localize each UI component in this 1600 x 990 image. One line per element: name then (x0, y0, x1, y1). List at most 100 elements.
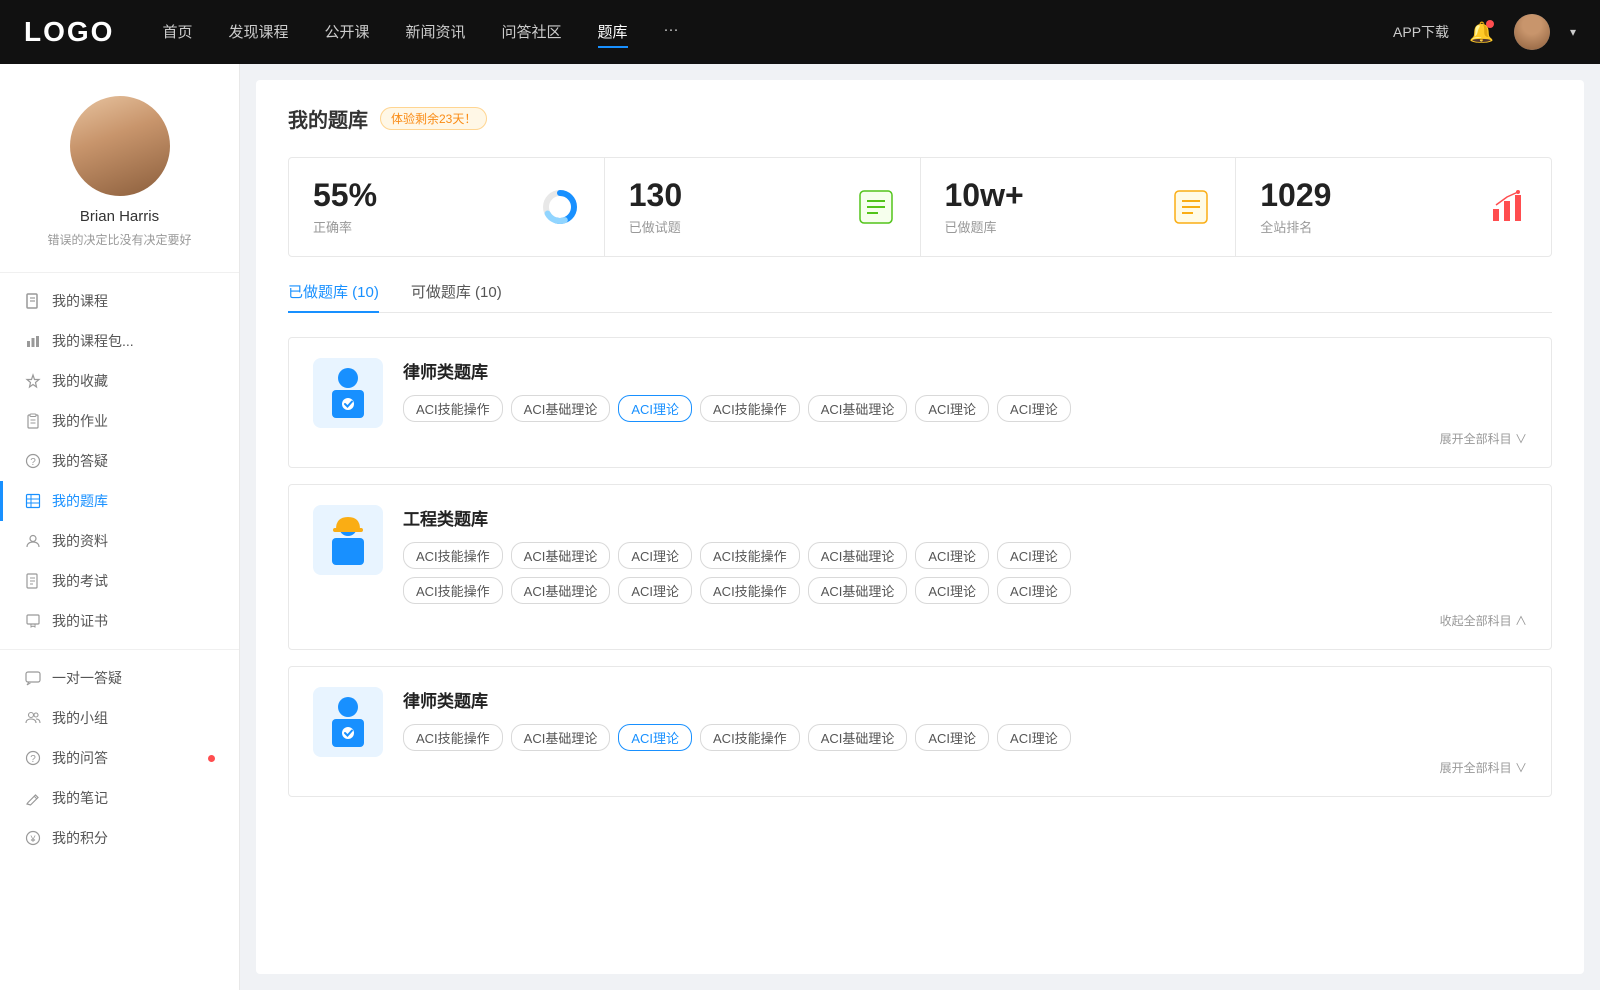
donut-icon-wrap (540, 187, 580, 227)
tag-lawyer-1-6[interactable]: ACI理论 (915, 395, 989, 422)
tag-eng-1-1[interactable]: ACI技能操作 (403, 542, 503, 569)
sidebar-item-my-collection[interactable]: 我的收藏 (0, 361, 239, 401)
stat-text-questions-done: 130 已做试题 (629, 178, 844, 236)
sidebar-label-points: 我的积分 (52, 828, 108, 848)
tags-row-engineer-2: ACI技能操作 ACI基础理论 ACI理论 ACI技能操作 ACI基础理论 AC… (403, 577, 1527, 604)
expand-btn-lawyer-2[interactable]: 展开全部科目 ∨ (403, 759, 1527, 776)
nav-open-course[interactable]: 公开课 (324, 17, 369, 48)
tab-available-banks[interactable]: 可做题库 (10) (411, 281, 502, 312)
profile-name: Brian Harris (80, 208, 159, 225)
nav-home[interactable]: 首页 (162, 17, 192, 48)
nav-more[interactable]: ··· (664, 17, 679, 48)
nav-qa[interactable]: 问答社区 (502, 17, 562, 48)
sidebar-item-my-cert[interactable]: 我的证书 (0, 601, 239, 641)
page-title-row: 我的题库 体验剩余23天！ (288, 104, 1552, 133)
sidebar-item-my-points[interactable]: ¥ 我的积分 (0, 818, 239, 858)
question-mark-icon: ? (24, 749, 42, 767)
nav-right: APP下载 🔔 ▾ (1393, 14, 1576, 50)
tag-eng-2-3[interactable]: ACI理论 (618, 577, 692, 604)
question-circle-icon: ? (24, 452, 42, 470)
tag-eng-2-6[interactable]: ACI理论 (915, 577, 989, 604)
qbank-header-lawyer-2: 律师类题库 ACI技能操作 ACI基础理论 ACI理论 ACI技能操作 ACI基… (313, 687, 1527, 776)
tag-lawyer-1-2[interactable]: ACI基础理论 (511, 395, 611, 422)
edit-icon (24, 789, 42, 807)
tag-lawyer-2-6[interactable]: ACI理论 (915, 724, 989, 751)
sidebar-item-my-questions[interactable]: 我的题库 (0, 481, 239, 521)
answers-dot (208, 755, 215, 762)
nav-news[interactable]: 新闻资讯 (406, 17, 466, 48)
stat-banks-done: 10w+ 已做题库 (921, 158, 1237, 256)
sidebar-label-course-pack: 我的课程包... (52, 331, 134, 351)
tag-lawyer-1-3[interactable]: ACI理论 (618, 395, 692, 422)
main-content: 我的题库 体验剩余23天！ 55% 正确率 (240, 64, 1600, 990)
nav-app-download[interactable]: APP下载 (1393, 22, 1449, 42)
file-icon (24, 292, 42, 310)
engineer-svg-icon (322, 511, 374, 569)
bar-chart-red-icon-wrap (1487, 187, 1527, 227)
tag-eng-1-6[interactable]: ACI理论 (915, 542, 989, 569)
star-icon (24, 372, 42, 390)
qbank-title-lawyer-1: 律师类题库 (403, 358, 1527, 383)
sidebar-item-my-qa[interactable]: ? 我的答疑 (0, 441, 239, 481)
tag-eng-2-7[interactable]: ACI理论 (997, 577, 1071, 604)
sidebar-item-my-notes[interactable]: 我的笔记 (0, 778, 239, 818)
donut-chart-icon (540, 187, 580, 227)
nav-logo[interactable]: LOGO (24, 16, 114, 48)
tag-eng-2-4[interactable]: ACI技能操作 (700, 577, 800, 604)
tag-lawyer-2-4[interactable]: ACI技能操作 (700, 724, 800, 751)
sidebar-item-my-exam[interactable]: 我的考试 (0, 561, 239, 601)
tag-eng-2-1[interactable]: ACI技能操作 (403, 577, 503, 604)
collapse-btn-engineer[interactable]: 收起全部科目 ∧ (403, 612, 1527, 629)
tab-done-banks[interactable]: 已做题库 (10) (288, 281, 379, 312)
qbank-card-lawyer-1: 律师类题库 ACI技能操作 ACI基础理论 ACI理论 ACI技能操作 ACI基… (288, 337, 1552, 468)
tag-eng-1-2[interactable]: ACI基础理论 (511, 542, 611, 569)
sidebar-item-my-homework[interactable]: 我的作业 (0, 401, 239, 441)
tag-eng-2-2[interactable]: ACI基础理论 (511, 577, 611, 604)
stat-value-rank: 1029 (1260, 178, 1475, 213)
qbank-title-engineer: 工程类题库 (403, 505, 1527, 530)
qbank-icon-lawyer-1 (313, 358, 383, 428)
stat-text-banks-done: 10w+ 已做题库 (945, 178, 1160, 236)
tag-lawyer-1-1[interactable]: ACI技能操作 (403, 395, 503, 422)
tags-row-engineer-1: ACI技能操作 ACI基础理论 ACI理论 ACI技能操作 ACI基础理论 AC… (403, 542, 1527, 569)
qbank-header-lawyer-1: 律师类题库 ACI技能操作 ACI基础理论 ACI理论 ACI技能操作 ACI基… (313, 358, 1527, 447)
sidebar-item-my-profile[interactable]: 我的资料 (0, 521, 239, 561)
tag-lawyer-2-3[interactable]: ACI理论 (618, 724, 692, 751)
sidebar-label-profile: 我的资料 (52, 531, 108, 551)
bell-dot (1486, 20, 1494, 28)
tag-eng-2-5[interactable]: ACI基础理论 (808, 577, 908, 604)
sidebar-label-my-course: 我的课程 (52, 291, 108, 311)
stat-label-questions-done: 已做试题 (629, 217, 844, 236)
table-icon (24, 492, 42, 510)
tag-lawyer-1-4[interactable]: ACI技能操作 (700, 395, 800, 422)
tag-lawyer-2-5[interactable]: ACI基础理论 (808, 724, 908, 751)
tag-eng-1-7[interactable]: ACI理论 (997, 542, 1071, 569)
sidebar-item-my-group[interactable]: 我的小组 (0, 698, 239, 738)
tag-eng-1-5[interactable]: ACI基础理论 (808, 542, 908, 569)
stat-value-questions-done: 130 (629, 178, 844, 213)
nav-avatar[interactable] (1514, 14, 1550, 50)
content-area: 我的题库 体验剩余23天！ 55% 正确率 (256, 80, 1584, 974)
user-group-icon (24, 532, 42, 550)
tag-lawyer-1-7[interactable]: ACI理论 (997, 395, 1071, 422)
tag-lawyer-2-2[interactable]: ACI基础理论 (511, 724, 611, 751)
tag-eng-1-4[interactable]: ACI技能操作 (700, 542, 800, 569)
nav-discover[interactable]: 发现课程 (228, 17, 288, 48)
nav-bell[interactable]: 🔔 (1469, 20, 1494, 45)
tag-lawyer-2-1[interactable]: ACI技能操作 (403, 724, 503, 751)
badge-icon (24, 612, 42, 630)
tag-lawyer-2-7[interactable]: ACI理论 (997, 724, 1071, 751)
tag-lawyer-1-5[interactable]: ACI基础理论 (808, 395, 908, 422)
tag-eng-1-3[interactable]: ACI理论 (618, 542, 692, 569)
sidebar-item-one-on-one[interactable]: 一对一答疑 (0, 658, 239, 698)
list-green-icon-wrap (856, 187, 896, 227)
trial-badge: 体验剩余23天！ (380, 107, 487, 130)
stat-value-correct-rate: 55% (313, 178, 528, 213)
expand-btn-lawyer-1[interactable]: 展开全部科目 ∨ (403, 430, 1527, 447)
sidebar-label-collection: 我的收藏 (52, 371, 108, 391)
sidebar-item-my-answers[interactable]: ? 我的问答 (0, 738, 239, 778)
sidebar-item-my-course[interactable]: 我的课程 (0, 281, 239, 321)
nav-chevron-icon[interactable]: ▾ (1570, 25, 1576, 39)
nav-questions[interactable]: 题库 (598, 17, 628, 48)
sidebar-item-my-course-pack[interactable]: 我的课程包... (0, 321, 239, 361)
